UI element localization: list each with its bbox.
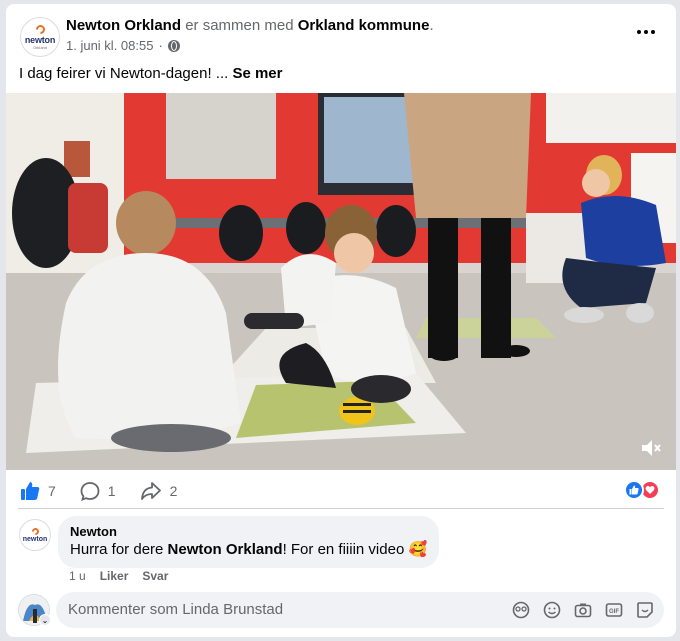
video-frame <box>6 93 676 470</box>
avatar-logo-sub: Orkland <box>32 44 47 50</box>
like-stat[interactable]: 7 <box>20 481 56 501</box>
comment-placeholder: Kommenter som Linda Brunstad <box>68 601 284 618</box>
see-more-link[interactable]: Se mer <box>232 65 282 82</box>
share-count: 2 <box>169 483 178 499</box>
sticker-icon[interactable] <box>635 600 654 619</box>
comment-time[interactable]: 1 u <box>69 569 86 583</box>
emoji-icon[interactable] <box>542 600 561 619</box>
post-timestamp[interactable]: 1. juni kl. 08:55 <box>66 38 153 53</box>
with-text: er sammen med <box>185 17 294 34</box>
share-icon[interactable] <box>140 481 162 501</box>
share-stat[interactable]: 2 <box>140 481 178 501</box>
comment-like-button[interactable]: Liker <box>100 569 129 583</box>
avatar-logo-text: newton <box>24 34 56 45</box>
gif-icon[interactable]: GIF <box>604 600 623 619</box>
post-header: Newton Orkland er sammen med Orkland kom… <box>66 17 434 35</box>
comment-bubble: Newton Hurra for dere Newton Orkland! Fo… <box>58 516 440 568</box>
comment-text: Hurra for dere Newton Orkland! For en fi… <box>70 540 427 560</box>
comment-text-before: Hurra for dere <box>70 541 164 558</box>
comment-actions: 1 u Liker Svar <box>69 569 168 583</box>
composer-tools: GIF <box>511 600 654 619</box>
svg-text:GIF: GIF <box>609 609 619 615</box>
divider <box>18 508 664 509</box>
comment-avatar[interactable]: newton <box>19 519 51 551</box>
post-text: I dag feirer vi Newton-dagen! ... Se mer <box>19 64 283 84</box>
post-video[interactable] <box>6 93 676 470</box>
comment-mention[interactable]: Newton Orkland <box>168 541 283 558</box>
page-name-link[interactable]: Newton Orkland <box>66 17 181 34</box>
tagged-page-link[interactable]: Orkland kommune <box>298 17 430 34</box>
newton-logo-icon <box>30 526 40 536</box>
avatar-sticker-icon[interactable] <box>511 600 530 619</box>
comment-stat[interactable]: 1 <box>80 481 116 501</box>
comment-text-after: ! For en fiiiin video 🥰 <box>282 541 428 558</box>
reaction-icons[interactable] <box>624 480 660 500</box>
comment-reply-button[interactable]: Svar <box>142 569 168 583</box>
mute-icon[interactable] <box>640 438 662 458</box>
comment-avatar-logo-text: newton <box>22 535 48 543</box>
like-count: 7 <box>48 483 56 499</box>
comment-input[interactable]: Kommenter som Linda Brunstad GIF <box>56 592 664 628</box>
dot-separator: · <box>158 38 163 53</box>
chevron-down-icon[interactable]: ⌄ <box>39 614 51 626</box>
comment-count: 1 <box>107 483 116 499</box>
more-icon[interactable] <box>634 24 658 40</box>
page-avatar[interactable]: newton Orkland <box>20 17 60 57</box>
comment-icon[interactable] <box>80 481 100 501</box>
newton-logo-icon <box>33 22 47 36</box>
action-stats: 7 1 2 <box>20 481 201 501</box>
comment-author[interactable]: Newton <box>70 524 427 540</box>
globe-icon[interactable] <box>167 39 180 52</box>
like-icon[interactable] <box>20 481 40 501</box>
post-card: newton Orkland Newton Orkland er sammen … <box>6 4 676 637</box>
post-body: I dag feirer vi Newton-dagen! ... <box>19 65 229 82</box>
post-meta: 1. juni kl. 08:55 · <box>66 38 180 53</box>
like-reaction-icon <box>624 480 644 500</box>
header-period: . <box>429 17 434 34</box>
camera-icon[interactable] <box>573 600 592 619</box>
